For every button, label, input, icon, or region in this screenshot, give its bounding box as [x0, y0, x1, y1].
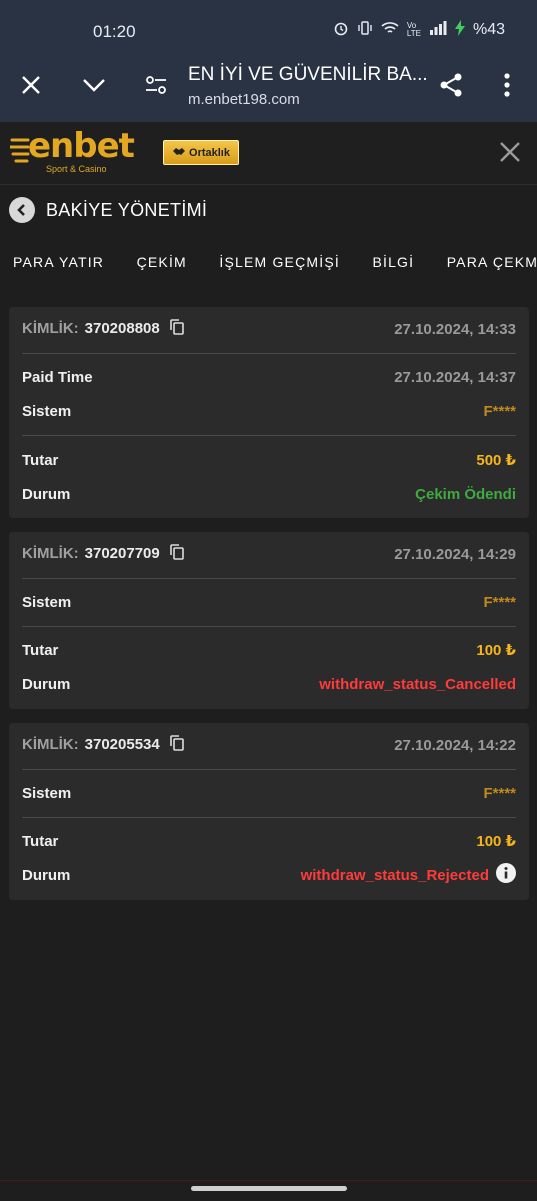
- card-header: KİMLİK: 370208808 27.10.2024, 14:33: [22, 318, 516, 340]
- partner-button[interactable]: Ortaklık: [163, 140, 239, 165]
- back-button[interactable]: [9, 197, 35, 223]
- amount-row: Tutar 100 ₺: [22, 830, 516, 852]
- system-label: Sistem: [22, 593, 72, 611]
- status-time: 01:20: [93, 22, 136, 41]
- charging-icon: [454, 20, 465, 40]
- status-label: Durum: [22, 675, 71, 693]
- status-icons: Vo LTE %43: [333, 20, 505, 40]
- status-row: Durum withdraw_status_Cancelled: [22, 673, 516, 695]
- system-row: Sistem F****: [22, 782, 516, 804]
- system-value: F****: [483, 784, 516, 802]
- transaction-card: KİMLİK: 370207709 27.10.2024, 14:29 Siste…: [9, 532, 529, 709]
- status-value: Çekim Ödendi: [415, 485, 516, 503]
- wifi-icon: [381, 20, 399, 40]
- vibrate-icon: [357, 20, 373, 40]
- id-label: KİMLİK:: [22, 319, 79, 337]
- amount-label: Tutar: [22, 641, 59, 659]
- copy-icon[interactable]: [169, 735, 184, 755]
- share-icon[interactable]: [431, 65, 471, 105]
- status-label: Durum: [22, 866, 71, 884]
- divider: [22, 817, 516, 818]
- card-header: KİMLİK: 370207709 27.10.2024, 14:29: [22, 543, 516, 565]
- status-value: withdraw_status_Rejected: [300, 866, 489, 884]
- browser-page-title: EN İYİ VE GÜVENİLİR BA...: [188, 64, 428, 85]
- transaction-id: 370207709: [84, 544, 160, 562]
- amount-value: 100 ₺: [476, 642, 516, 659]
- transaction-date: 27.10.2024, 14:22: [394, 736, 516, 754]
- system-value: F****: [483, 593, 516, 611]
- status-value: withdraw_status_Cancelled: [319, 675, 516, 693]
- logo-text: enbet: [28, 126, 135, 166]
- chevron-down-icon[interactable]: [74, 65, 114, 105]
- gesture-handle[interactable]: [191, 1186, 347, 1191]
- amount-value: 100 ₺: [476, 833, 516, 850]
- tab-bar: PARA YATIR ÇEKİM İŞLEM GEÇMİŞİ BİLGİ PAR…: [13, 254, 537, 274]
- system-row: Sistem F****: [22, 591, 516, 613]
- amount-value: 500 ₺: [476, 452, 516, 469]
- paid-time-value: 27.10.2024, 14:37: [394, 368, 516, 386]
- tab-withdraw[interactable]: ÇEKİM: [137, 254, 187, 270]
- transaction-date: 27.10.2024, 14:29: [394, 545, 516, 563]
- partner-label: Ortaklık: [189, 146, 230, 159]
- amount-row: Tutar 500 ₺: [22, 449, 516, 471]
- divider: [22, 626, 516, 627]
- signal-icon: [429, 20, 447, 40]
- system-label: Sistem: [22, 402, 72, 420]
- divider: [22, 435, 516, 436]
- transaction-date: 27.10.2024, 14:33: [394, 320, 516, 338]
- close-icon[interactable]: [498, 140, 522, 164]
- transaction-id: 370205534: [84, 735, 160, 753]
- copy-icon[interactable]: [169, 319, 184, 339]
- divider: [22, 769, 516, 770]
- battery-level: %43: [472, 21, 505, 38]
- card-header: KİMLİK: 370205534 27.10.2024, 14:22: [22, 734, 516, 756]
- status-row: Durum withdraw_status_Rejected: [22, 863, 516, 887]
- transaction-card: KİMLİK: 370205534 27.10.2024, 14:22 Siste…: [9, 723, 529, 900]
- alarm-icon: [333, 20, 349, 40]
- paid-time-label: Paid Time: [22, 368, 93, 386]
- status-bar: 01:20 Vo LTE %43: [0, 0, 537, 60]
- more-menu-icon[interactable]: [487, 65, 527, 105]
- amount-label: Tutar: [22, 451, 59, 469]
- id-label: KİMLİK:: [22, 544, 79, 562]
- paid-time-row: Paid Time 27.10.2024, 14:37: [22, 366, 516, 388]
- logo-subtitle: Sport & Casino: [46, 164, 107, 174]
- divider: [22, 578, 516, 579]
- volte-icon: Vo LTE: [406, 21, 421, 38]
- system-label: Sistem: [22, 784, 72, 802]
- divider: [22, 353, 516, 354]
- system-value: F****: [483, 402, 516, 420]
- system-row: Sistem F****: [22, 400, 516, 422]
- info-icon[interactable]: [496, 863, 516, 887]
- status-row: Durum Çekim Ödendi: [22, 483, 516, 505]
- handshake-icon: [172, 145, 186, 160]
- copy-icon[interactable]: [169, 544, 184, 564]
- status-label: Durum: [22, 485, 71, 503]
- page-title: BAKİYE YÖNETİMİ: [46, 200, 208, 220]
- browser-url[interactable]: m.enbet198.com: [188, 91, 300, 108]
- tab-history[interactable]: İŞLEM GEÇMİŞİ: [219, 254, 340, 270]
- tab-info[interactable]: BİLGİ: [372, 254, 414, 270]
- id-label: KİMLİK:: [22, 735, 79, 753]
- tab-withdraw-status[interactable]: PARA ÇEKME DURUMU: [447, 254, 537, 270]
- transaction-id: 370208808: [84, 319, 160, 337]
- transaction-card: KİMLİK: 370208808 27.10.2024, 14:33 Paid …: [9, 307, 529, 518]
- tab-deposit[interactable]: PARA YATIR: [13, 254, 104, 270]
- close-tab-icon[interactable]: [11, 65, 51, 105]
- amount-row: Tutar 100 ₺: [22, 639, 516, 661]
- amount-label: Tutar: [22, 832, 59, 850]
- site-settings-icon[interactable]: [136, 65, 176, 105]
